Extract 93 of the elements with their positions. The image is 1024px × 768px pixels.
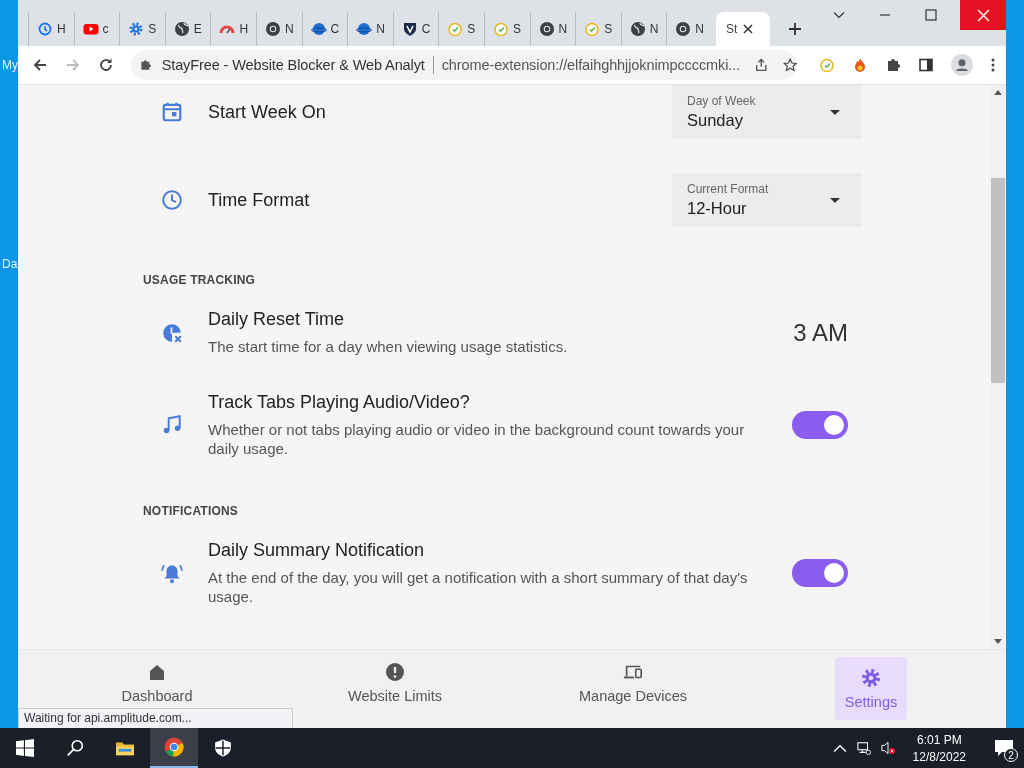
notification-button[interactable]: 2 — [984, 728, 1024, 768]
browser-logo-icon — [538, 21, 555, 37]
reset-time-value[interactable]: 3 AM — [793, 318, 848, 347]
search-icon[interactable] — [66, 739, 84, 757]
taskbar-button[interactable] — [150, 728, 198, 768]
bell-icon — [161, 562, 183, 584]
setting-title: Time Format — [208, 189, 311, 211]
nav-tab[interactable]: Settings — [835, 657, 907, 720]
share-icon[interactable] — [754, 57, 769, 73]
dropdown-field[interactable]: Day of Week Sunday — [672, 85, 862, 139]
browser-tab[interactable]: St — [715, 12, 770, 46]
tab-title: H — [239, 22, 249, 36]
planet-icon — [356, 21, 373, 37]
video-play-icon — [82, 21, 99, 37]
tab-title: N — [695, 22, 704, 36]
caret-icon — [830, 109, 840, 115]
tab-title: c — [102, 22, 109, 36]
setting-title: Track Tabs Playing Audio/Video? — [208, 392, 471, 413]
caret-icon — [830, 197, 840, 203]
tab-title: N — [649, 22, 659, 36]
site-title: StayFree - Website Blocker & Web Analyt — [161, 57, 425, 73]
toggle-switch[interactable] — [792, 559, 848, 587]
status-tooltip: Waiting for api.amplitude.com... — [18, 708, 293, 728]
globe-icon — [629, 21, 646, 37]
puzzle-icon — [139, 58, 152, 72]
stopwatch-icon — [492, 21, 509, 37]
desktop-icon-label: My — [2, 58, 18, 72]
start-icon[interactable] — [16, 739, 34, 757]
clock-icon — [161, 321, 183, 344]
new-tab-icon[interactable] — [787, 22, 802, 36]
globe-icon — [173, 21, 190, 37]
setting-description: The start time for a day when viewing usage statistics. — [208, 337, 569, 356]
tab-title: N — [558, 22, 568, 36]
history-icon — [37, 21, 53, 37]
profile-icon[interactable] — [951, 54, 973, 76]
toggle-switch[interactable] — [792, 411, 848, 439]
gear-icon — [861, 667, 881, 688]
tab-title: H — [57, 22, 66, 36]
planet-icon — [310, 21, 327, 37]
music-note-icon — [161, 414, 183, 436]
tab-title: St — [725, 22, 738, 36]
desktop-icon-label: Da — [2, 257, 18, 271]
nav-tab[interactable]: Manage Devices — [579, 657, 687, 704]
calendar-icon — [161, 101, 183, 123]
muted-speaker-icon[interactable] — [880, 741, 895, 755]
shield-icon — [401, 21, 418, 37]
dropdown-field[interactable]: Current Format 12-Hour — [672, 173, 862, 227]
tab-title: N — [284, 22, 294, 36]
url-text: chrome-extension://elfaihghhjjoknimpccccmki... — [441, 57, 741, 73]
clock-date: 12/8/2022 — [912, 749, 966, 764]
close-icon[interactable] — [743, 24, 754, 34]
setting-title: Daily Reset Time — [208, 309, 346, 330]
setting-title: Start Week On — [208, 101, 327, 123]
shield-icon[interactable] — [214, 739, 232, 757]
setting-description: Whether or not tabs playing audio or video in the background count towards your daily usage. — [208, 420, 746, 458]
alert-icon — [385, 662, 405, 682]
tab-title: S — [604, 22, 613, 36]
network-icon[interactable] — [856, 741, 871, 755]
reload-icon[interactable] — [98, 57, 114, 73]
tab-title: C — [330, 22, 340, 36]
nav-tab[interactable]: Website Limits — [348, 657, 442, 704]
stopwatch-icon — [584, 21, 601, 37]
clock-icon — [161, 189, 183, 211]
tab-title: S — [148, 22, 157, 36]
tab-title: N — [376, 22, 385, 36]
scroll-down-icon[interactable] — [994, 639, 1002, 644]
scroll-up-icon[interactable] — [994, 90, 1002, 95]
side-panel-icon[interactable] — [918, 57, 934, 73]
gear-icon — [128, 21, 145, 37]
nav-tab[interactable]: Dashboard — [121, 657, 193, 704]
browser-logo-icon — [164, 737, 184, 757]
flame-icon[interactable] — [852, 57, 868, 73]
maximize-icon[interactable] — [925, 9, 937, 21]
tab-title: C — [421, 22, 431, 36]
section-heading: USAGE TRACKING — [143, 273, 257, 287]
setting-description: At the end of the day, you will get a notification with a short summary of that day's usage. — [208, 568, 749, 606]
address-bar[interactable]: StayFree - Website Blocker & Web Analyt chrome-extension://elfaihghhjjoknimpccccmki... — [131, 50, 797, 80]
tab-title: S — [512, 22, 521, 36]
close-icon — [976, 8, 990, 22]
setting-title: Daily Summary Notification — [208, 540, 426, 561]
clock-time: 6:01 PM — [916, 732, 962, 747]
browser-logo-icon — [264, 21, 281, 37]
home-icon — [147, 662, 167, 682]
stopwatch-icon — [447, 21, 464, 37]
tab-title: S — [467, 22, 476, 36]
puzzle-icon[interactable] — [885, 57, 901, 73]
browser-logo-icon — [675, 21, 692, 37]
chevron-down-icon[interactable] — [833, 9, 845, 21]
scrollbar[interactable] — [990, 85, 1006, 649]
tab-title: E — [193, 22, 202, 36]
star-icon[interactable] — [782, 57, 797, 73]
section-heading: NOTIFICATIONS — [143, 504, 240, 518]
back-icon[interactable] — [32, 57, 48, 73]
